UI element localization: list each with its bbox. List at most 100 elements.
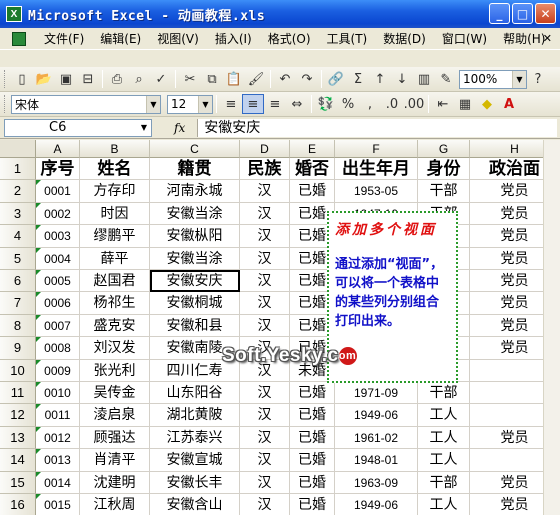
minimize-button[interactable]: _	[489, 3, 510, 24]
table-cell[interactable]: 盛克安	[80, 314, 150, 338]
table-cell[interactable]: 0014	[36, 471, 80, 494]
vertical-scrollbar[interactable]	[543, 140, 560, 515]
table-cell[interactable]: 杨祁生	[80, 292, 150, 315]
column-header-b[interactable]: B	[80, 140, 150, 158]
table-cell[interactable]: 沈建明	[80, 471, 150, 494]
print-icon[interactable]: ⎙	[106, 69, 128, 89]
header-cell[interactable]: 出生年月	[335, 158, 418, 181]
table-cell[interactable]: 工人	[418, 404, 470, 427]
table-cell[interactable]: 安徽含山	[150, 494, 240, 515]
table-cell[interactable]: 汉	[240, 202, 290, 226]
table-cell[interactable]: 0005	[36, 270, 80, 293]
menu-insert[interactable]: 插入(I)	[207, 29, 260, 49]
cut-icon[interactable]: ✂	[179, 69, 201, 89]
chevron-down-icon[interactable]: ▼	[146, 95, 160, 113]
table-cell[interactable]: 干部	[418, 180, 470, 203]
row-header[interactable]: 11	[0, 382, 36, 405]
header-cell[interactable]: 籍贯	[150, 158, 240, 181]
table-cell[interactable]: 1953-05	[335, 180, 418, 203]
table-cell[interactable]: 已婚	[290, 471, 335, 494]
table-cell[interactable]: 安徽当涂	[150, 247, 240, 270]
table-cell[interactable]: 已婚	[290, 382, 335, 405]
row-header[interactable]: 1	[0, 158, 36, 181]
table-cell[interactable]: 江苏泰兴	[150, 426, 240, 450]
percent-icon[interactable]: %	[337, 94, 359, 114]
table-cell[interactable]: 工人	[418, 426, 470, 450]
table-cell[interactable]: 汉	[240, 270, 290, 293]
sort-descending-icon[interactable]: ↓	[391, 69, 413, 89]
table-cell[interactable]: 1971-09	[335, 382, 418, 405]
table-cell[interactable]: 1963-09	[335, 471, 418, 494]
hyperlink-icon[interactable]: 🔗	[325, 69, 347, 89]
table-cell[interactable]: 汉	[240, 382, 290, 405]
table-cell[interactable]: 安徽安庆	[150, 270, 240, 293]
table-cell[interactable]: 吴传金	[80, 382, 150, 405]
format-painter-icon[interactable]: 🖌	[245, 69, 267, 89]
excel-app-icon[interactable]: X	[6, 6, 22, 22]
menu-format[interactable]: 格式(O)	[260, 29, 319, 49]
select-all-corner[interactable]	[0, 140, 36, 158]
table-cell[interactable]: 刘汉发	[80, 337, 150, 360]
table-cell[interactable]: 河南永城	[150, 180, 240, 203]
table-cell[interactable]: 张光利	[80, 359, 150, 382]
table-cell[interactable]: 0003	[36, 225, 80, 248]
close-workbook-icon[interactable]: ✕	[543, 32, 552, 45]
table-cell[interactable]: 汉	[240, 292, 290, 315]
table-cell[interactable]: 0008	[36, 337, 80, 360]
table-cell[interactable]: 0010	[36, 382, 80, 405]
worksheet-grid[interactable]: A B C D E F G H 1 序号 姓名 籍贯 民族 婚否 出生年月 身份 政治面 2 0001 方存印 河南永城…	[0, 140, 560, 515]
table-cell[interactable]: 赵国君	[80, 270, 150, 293]
increase-decimal-icon[interactable]: .0	[381, 94, 403, 114]
table-cell[interactable]: 1961-02	[335, 426, 418, 450]
table-cell[interactable]: 江秋周	[80, 494, 150, 515]
row-header[interactable]: 12	[0, 404, 36, 427]
name-box[interactable]: C6 ▼	[4, 119, 152, 137]
workbook-icon[interactable]	[12, 31, 26, 46]
row-header[interactable]: 15	[0, 471, 36, 494]
table-cell[interactable]: 汉	[240, 314, 290, 338]
redo-icon[interactable]: ↷	[296, 69, 318, 89]
close-button[interactable]: ✕	[535, 3, 556, 24]
row-header[interactable]: 4	[0, 225, 36, 248]
table-cell[interactable]: 安徽长丰	[150, 471, 240, 494]
table-cell[interactable]: 安徽宣城	[150, 449, 240, 472]
menu-edit[interactable]: 编辑(E)	[92, 29, 149, 49]
table-cell[interactable]: 工人	[418, 494, 470, 515]
decrease-decimal-icon[interactable]: .00	[403, 94, 425, 114]
row-header[interactable]: 10	[0, 359, 36, 382]
print-preview-icon[interactable]: ⌕	[128, 69, 150, 89]
new-icon[interactable]: ▯	[11, 69, 33, 89]
header-cell[interactable]: 序号	[36, 158, 80, 181]
menu-file[interactable]: 文件(F)	[36, 29, 92, 49]
paste-icon[interactable]: 📋	[223, 69, 245, 89]
permission-icon[interactable]: ⊟	[77, 69, 99, 89]
fx-icon[interactable]: fx	[174, 121, 185, 135]
table-cell[interactable]: 干部	[418, 471, 470, 494]
table-cell[interactable]: 0012	[36, 426, 80, 450]
align-center-icon[interactable]: ≡	[242, 94, 264, 114]
save-icon[interactable]: ▣	[55, 69, 77, 89]
table-cell[interactable]: 时因	[80, 202, 150, 226]
copy-icon[interactable]: ⧉	[201, 69, 223, 89]
column-header-g[interactable]: G	[418, 140, 470, 158]
chevron-down-icon[interactable]: ▼	[512, 70, 526, 88]
table-cell[interactable]: 1948-01	[335, 449, 418, 472]
row-header[interactable]: 5	[0, 247, 36, 270]
fill-color-icon[interactable]: ◆	[476, 94, 498, 114]
table-cell[interactable]: 山东阳谷	[150, 382, 240, 405]
menu-window[interactable]: 窗口(W)	[434, 29, 495, 49]
row-header[interactable]: 2	[0, 180, 36, 203]
align-left-icon[interactable]: ≡	[220, 94, 242, 114]
table-cell[interactable]: 安徽桐城	[150, 292, 240, 315]
table-cell[interactable]: 汉	[240, 180, 290, 203]
chart-wizard-icon[interactable]: ▥	[413, 69, 435, 89]
table-cell[interactable]: 方存印	[80, 180, 150, 203]
chevron-down-icon[interactable]: ▼	[198, 95, 212, 113]
header-cell[interactable]: 身份	[418, 158, 470, 181]
menu-data[interactable]: 数据(D)	[375, 29, 434, 49]
undo-icon[interactable]: ↶	[274, 69, 296, 89]
table-cell[interactable]: 1949-06	[335, 494, 418, 515]
column-header-f[interactable]: F	[335, 140, 418, 158]
row-header[interactable]: 7	[0, 292, 36, 315]
menu-view[interactable]: 视图(V)	[149, 29, 207, 49]
